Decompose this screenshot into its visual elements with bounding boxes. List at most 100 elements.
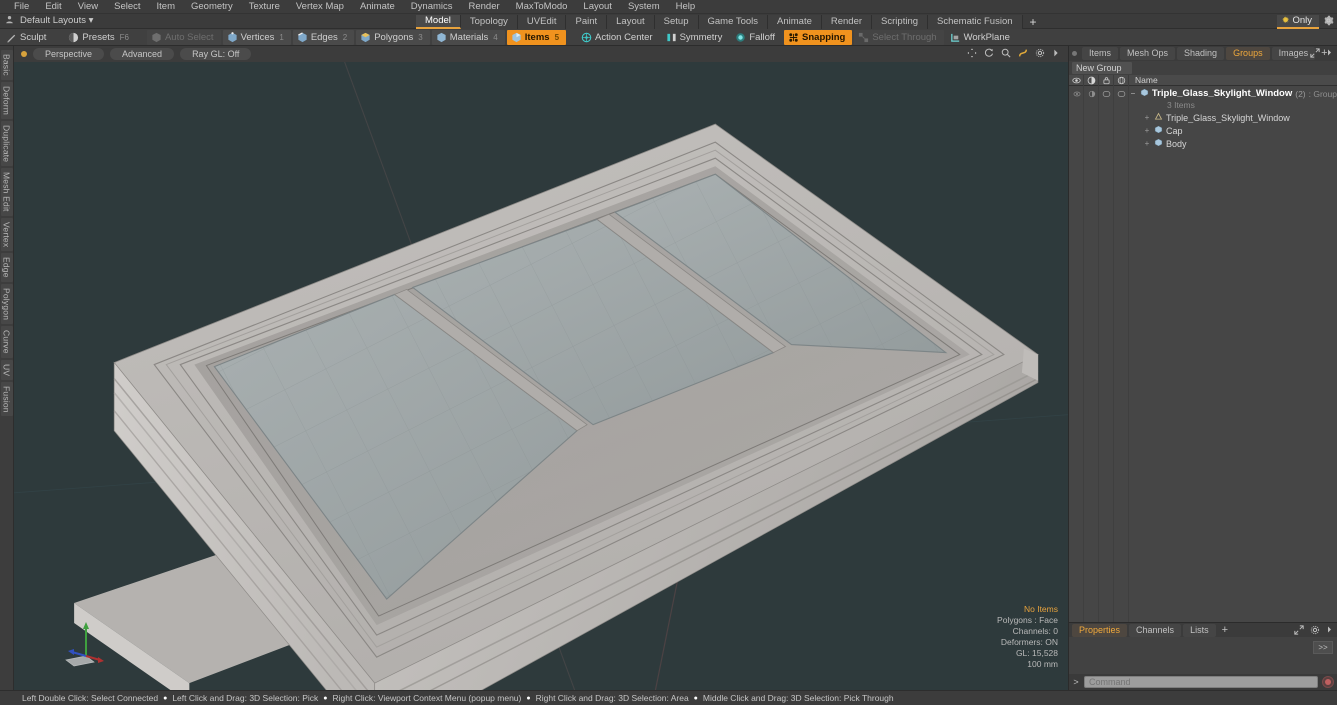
menu-item-edit[interactable]: Edit (37, 0, 69, 13)
right-tab-images[interactable]: Images (1271, 47, 1316, 60)
menu-item-vertex-map[interactable]: Vertex Map (288, 0, 352, 13)
new-group-button[interactable]: New Group (1072, 62, 1132, 74)
layout-tab-topology[interactable]: Topology (460, 14, 518, 29)
shading-mode-button[interactable]: Advanced (110, 48, 175, 60)
zoom-icon[interactable] (1001, 48, 1011, 61)
falloff-button[interactable]: Falloff (731, 30, 782, 45)
user-icon[interactable] (0, 15, 18, 27)
right-tab-mesh-ops[interactable]: Mesh Ops (1120, 47, 1176, 60)
menu-item-file[interactable]: File (6, 0, 37, 13)
left-tab-basic[interactable]: Basic (0, 50, 13, 80)
left-tab-polygon[interactable]: Polygon (0, 283, 13, 324)
viewport-menu-dot[interactable] (21, 51, 27, 57)
group-lock-toggle[interactable] (1099, 87, 1114, 100)
vertices-mode-button[interactable]: Vertices 1 (222, 29, 291, 45)
gear-icon[interactable] (1310, 625, 1320, 637)
select-through-button[interactable]: Select Through (854, 29, 944, 45)
menu-item-dynamics[interactable]: Dynamics (403, 0, 461, 13)
lock-icon[interactable] (1099, 74, 1114, 86)
view-mode-button[interactable]: Perspective (33, 48, 105, 60)
gear-icon[interactable] (1035, 48, 1045, 61)
tree-row-child-body[interactable]: + Body (1069, 137, 1337, 150)
left-tab-edge[interactable]: Edge (0, 253, 13, 282)
expand-icon[interactable] (1294, 624, 1304, 637)
sculpt-button[interactable]: Sculpt (2, 30, 53, 45)
layout-tab-game-tools[interactable]: Game Tools (698, 14, 769, 29)
menu-item-system[interactable]: System (620, 0, 668, 13)
menu-item-select[interactable]: Select (106, 0, 148, 13)
snapping-button[interactable]: Snapping (784, 29, 853, 45)
layout-tab-render[interactable]: Render (821, 14, 873, 29)
layout-tab-animate[interactable]: Animate (768, 14, 822, 29)
tree-row-child-cap[interactable]: + Cap (1069, 124, 1337, 137)
expand-icon[interactable] (1310, 47, 1320, 60)
layout-tab-paint[interactable]: Paint (566, 14, 608, 29)
menu-item-help[interactable]: Help (668, 0, 704, 13)
axis-gizmo[interactable] (60, 616, 112, 668)
eye-icon[interactable] (1069, 74, 1084, 86)
symmetry-button[interactable]: Symmetry (662, 30, 730, 45)
right-panel-menu-dot[interactable] (1072, 51, 1077, 56)
properties-tab-properties[interactable]: Properties (1072, 623, 1128, 637)
command-input[interactable] (1084, 676, 1318, 688)
move-icon[interactable] (967, 47, 977, 61)
menu-item-layout[interactable]: Layout (575, 0, 620, 13)
layout-tab-setup[interactable]: Setup (654, 14, 699, 29)
menu-item-animate[interactable]: Animate (352, 0, 403, 13)
menu-item-texture[interactable]: Texture (241, 0, 288, 13)
chevron-right-icon[interactable] (1326, 48, 1333, 59)
expand-icon[interactable]: + (1143, 126, 1151, 135)
menu-item-item[interactable]: Item (149, 0, 183, 13)
properties-tab-add-button[interactable]: + (1218, 624, 1232, 637)
properties-tab-lists[interactable]: Lists (1183, 623, 1216, 637)
polygons-mode-button[interactable]: Polygons 3 (356, 29, 430, 45)
properties-expand-button[interactable]: >> (1313, 641, 1333, 654)
collapse-icon[interactable]: – (1129, 89, 1137, 98)
menu-item-view[interactable]: View (70, 0, 106, 13)
group-render-toggle[interactable] (1084, 87, 1099, 100)
menu-item-render[interactable]: Render (461, 0, 508, 13)
left-tab-mesh-edit[interactable]: Mesh Edit (0, 168, 13, 216)
menu-item-geometry[interactable]: Geometry (183, 0, 241, 13)
layout-tab-schematic-fusion[interactable]: Schematic Fusion (928, 14, 1023, 29)
right-tab-groups[interactable]: Groups (1226, 47, 1270, 60)
right-tab-shading[interactable]: Shading (1177, 47, 1225, 60)
items-mode-button[interactable]: Items 5 (506, 29, 567, 45)
raygl-toggle-button[interactable]: Ray GL: Off (180, 48, 252, 60)
chevron-right-icon[interactable] (1326, 625, 1333, 636)
layout-tab-model[interactable]: Model (416, 14, 461, 29)
left-tab-fusion[interactable]: Fusion (0, 381, 13, 417)
rotate-icon[interactable] (984, 48, 994, 61)
3d-viewport[interactable]: No Items Polygons : Face Channels: 0 Def… (14, 62, 1068, 690)
layout-tab-scripting[interactable]: Scripting (872, 14, 929, 29)
left-tab-vertex[interactable]: Vertex (0, 217, 13, 252)
group-tree[interactable]: – Triple_Glass_Skylight_Window (2) : Gro… (1069, 86, 1337, 622)
properties-tab-channels[interactable]: Channels (1129, 623, 1182, 637)
action-center-button[interactable]: Action Center (577, 30, 660, 45)
left-tab-deform[interactable]: Deform (0, 81, 13, 119)
expand-icon[interactable]: + (1143, 113, 1151, 122)
expand-icon[interactable]: + (1143, 139, 1151, 148)
right-tab-items[interactable]: Items (1082, 47, 1119, 60)
left-tab-duplicate[interactable]: Duplicate (0, 120, 13, 167)
layout-tab-uvedit[interactable]: UVEdit (517, 14, 567, 29)
wireframe-icon[interactable] (1114, 74, 1129, 86)
chevron-right-icon[interactable] (1052, 48, 1060, 61)
path-icon[interactable] (1018, 48, 1028, 61)
layout-selector[interactable]: Default Layouts ▾ (18, 14, 99, 28)
edges-mode-button[interactable]: Edges 2 (292, 29, 355, 45)
add-layout-tab-button[interactable]: + (1023, 15, 1044, 29)
presets-button[interactable]: Presets F6 (64, 30, 136, 45)
menu-item-maxtomodo[interactable]: MaxToModo (508, 0, 576, 13)
render-icon[interactable] (1084, 74, 1099, 86)
tree-row-group[interactable]: – Triple_Glass_Skylight_Window (2) : Gro… (1069, 87, 1337, 100)
left-tab-curve[interactable]: Curve (0, 325, 13, 358)
auto-select-button[interactable]: Auto Select (146, 29, 221, 45)
only-toggle-button[interactable]: ✹ Only (1276, 14, 1319, 29)
tree-row-child-locator[interactable]: + Triple_Glass_Skylight_Window (1069, 111, 1337, 124)
left-tab-uv[interactable]: UV (0, 359, 13, 380)
layout-tab-layout[interactable]: Layout (607, 14, 655, 29)
gear-icon[interactable] (1319, 15, 1337, 29)
workplane-button[interactable]: WorkPlane (946, 30, 1017, 45)
materials-mode-button[interactable]: Materials 4 (431, 29, 505, 45)
